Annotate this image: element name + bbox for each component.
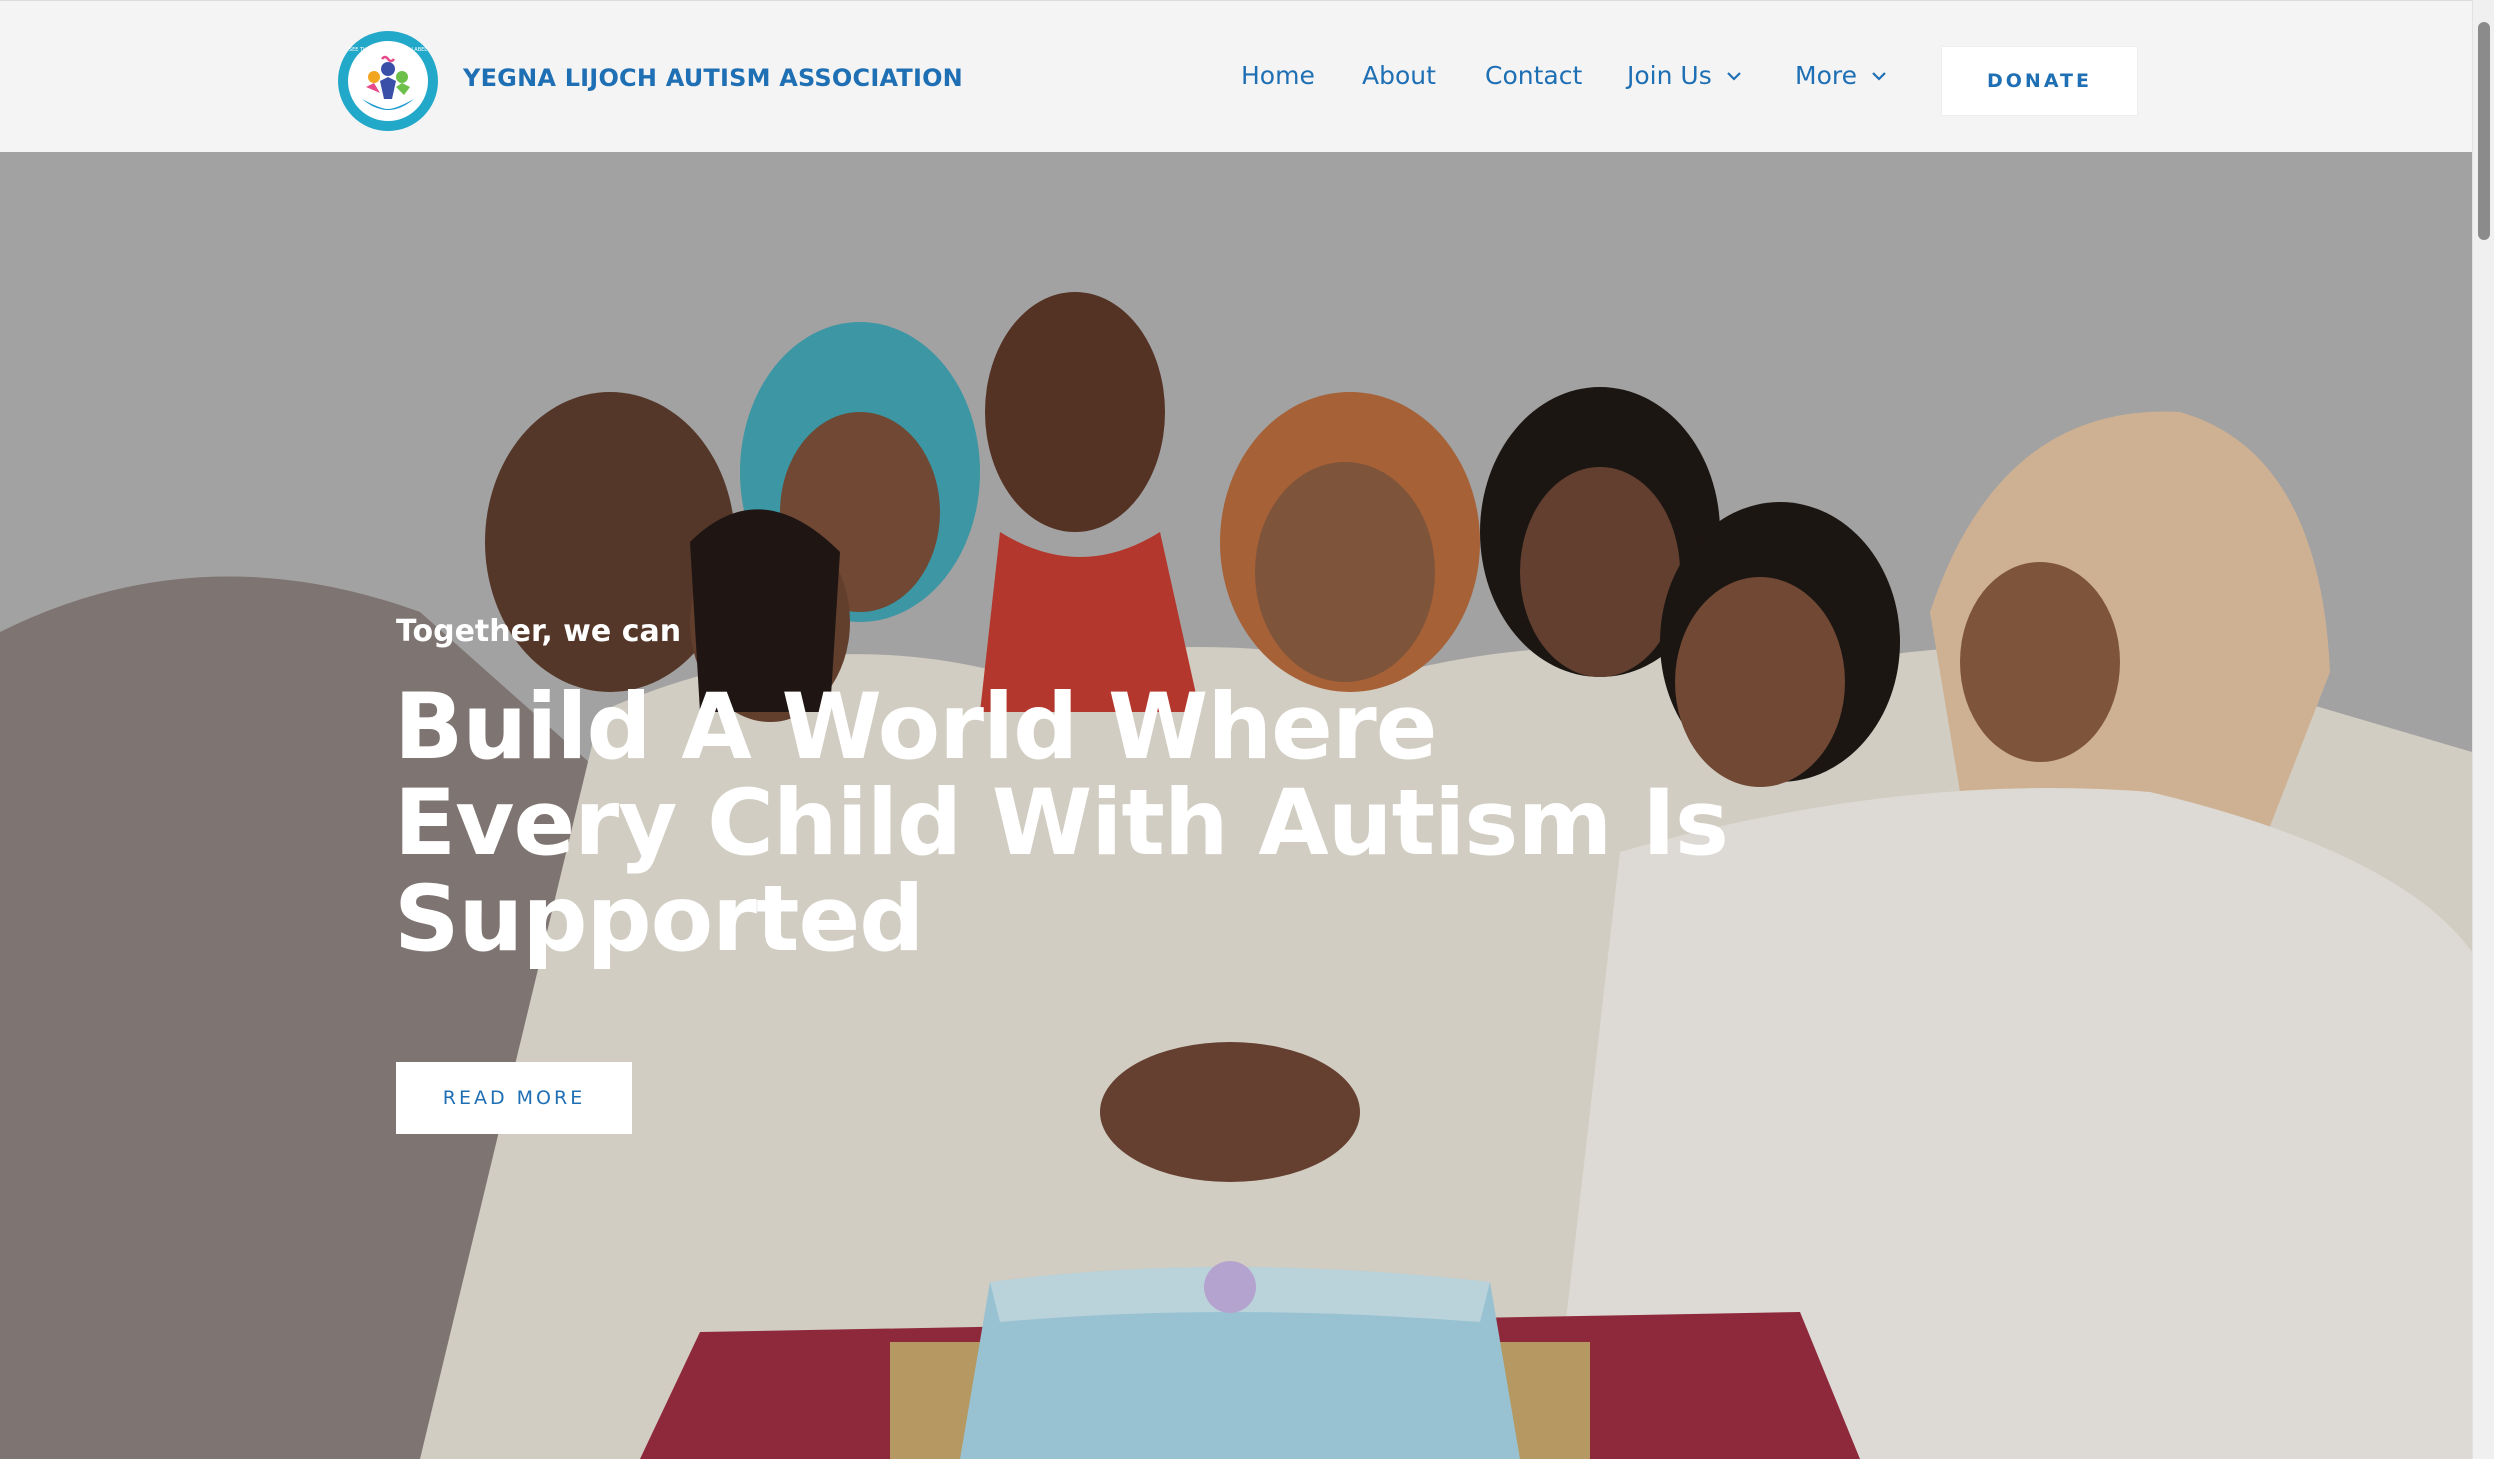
- read-more-button[interactable]: READ MORE: [396, 1062, 632, 1134]
- nav-contact[interactable]: Contact: [1485, 61, 1582, 90]
- nav-contact-label: Contact: [1485, 61, 1583, 90]
- site-header: SEE THE ABLE, NOT THE LABEL YEGNA LIJOCH…: [0, 0, 2472, 152]
- hero-headline: Build A World Where Every Child With Aut…: [394, 675, 1729, 972]
- nav-home-label: Home: [1241, 61, 1315, 90]
- hero-tagline: Together, we can: [396, 614, 682, 649]
- page: SEE THE ABLE, NOT THE LABEL YEGNA LIJOCH…: [0, 0, 2494, 1459]
- logo-icon[interactable]: SEE THE ABLE, NOT THE LABEL: [336, 29, 440, 133]
- nav-home[interactable]: Home: [1241, 61, 1315, 90]
- nav-about-label: About: [1362, 61, 1436, 90]
- site-title[interactable]: YEGNA LIJOCH AUTISM ASSOCIATION: [463, 64, 963, 92]
- scrollbar[interactable]: [2472, 0, 2494, 1459]
- nav-more-label: More: [1795, 61, 1857, 90]
- hero-section: Together, we can Build A World Where Eve…: [0, 152, 2472, 1459]
- nav-about[interactable]: About: [1362, 61, 1436, 90]
- chevron-down-icon: [1872, 71, 1886, 81]
- scrollbar-thumb[interactable]: [2478, 22, 2490, 240]
- nav-join-us-label: Join Us: [1627, 61, 1712, 90]
- donate-button[interactable]: DONATE: [1941, 46, 2138, 116]
- logo-ring-text: SEE THE ABLE, NOT THE LABEL: [349, 47, 427, 53]
- nav-more[interactable]: More: [1795, 61, 1889, 90]
- chevron-down-icon: [1726, 71, 1741, 81]
- nav-join-us[interactable]: Join Us: [1627, 61, 1744, 90]
